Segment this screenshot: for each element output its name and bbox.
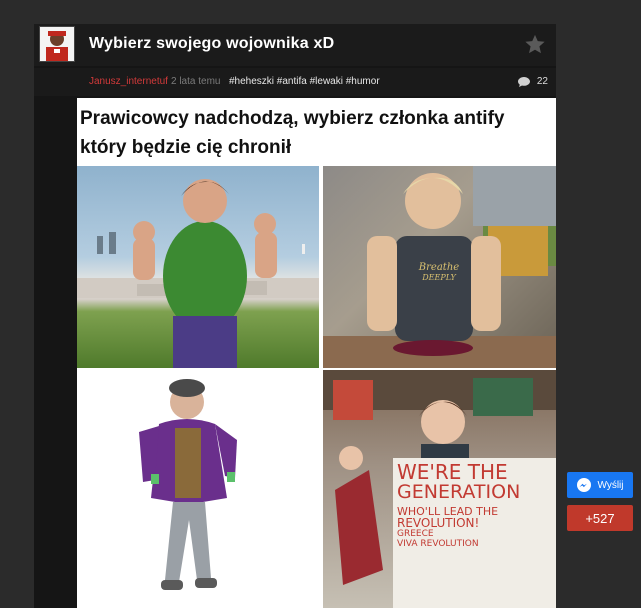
avatar[interactable] [39,26,75,62]
post-title[interactable]: Wybierz swojego wojownika xD [89,35,334,53]
meme-panel-1 [77,166,319,368]
sign-text: WE'RE THE [397,460,508,484]
shirt-text: DEEPLY [422,273,456,282]
messenger-icon [577,478,592,492]
comments-count[interactable]: 22 [517,68,548,96]
star-icon[interactable] [524,33,546,55]
upvote-score-button[interactable]: +527 [567,505,633,531]
comment-icon [517,77,530,87]
author-link[interactable]: Janusz_internetuf [89,68,168,96]
meme-panel-2: Breathe DEEPLY [323,166,556,368]
post-time: 2 lata temu [171,76,221,87]
sign-text: GENERATION [397,481,521,503]
shirt-text: Breathe [418,262,460,273]
comments-count-value: 22 [536,76,548,87]
meme-panel-3 [77,370,319,608]
sign-text: VIVA REVOLUTION [397,538,479,549]
messenger-share-label: Wyślij [597,479,624,491]
post-card: Wybierz swojego wojownika xD Janusz_inte… [34,24,556,608]
meme-caption-line: który będzie cię chronił [80,137,292,158]
messenger-share-button[interactable]: Wyślij [567,472,633,498]
meme-image[interactable]: Prawicowcy nadchodzą, wybierz członka an… [77,98,556,608]
meme-caption-line: Prawicowcy nadchodzą, wybierz członka an… [80,108,505,129]
post-header: Wybierz swojego wojownika xD [34,24,556,66]
post-meta: Janusz_internetuf 2 lata temu #heheszki … [34,68,556,96]
tag-list[interactable]: #heheszki #antifa #lewaki #humor [229,68,380,96]
meme-caption: Prawicowcy nadchodzą, wybierz członka an… [80,104,555,162]
meme-panel-4: WE'RE THE GENERATION WHO'LL LEAD THE REV… [323,370,556,608]
